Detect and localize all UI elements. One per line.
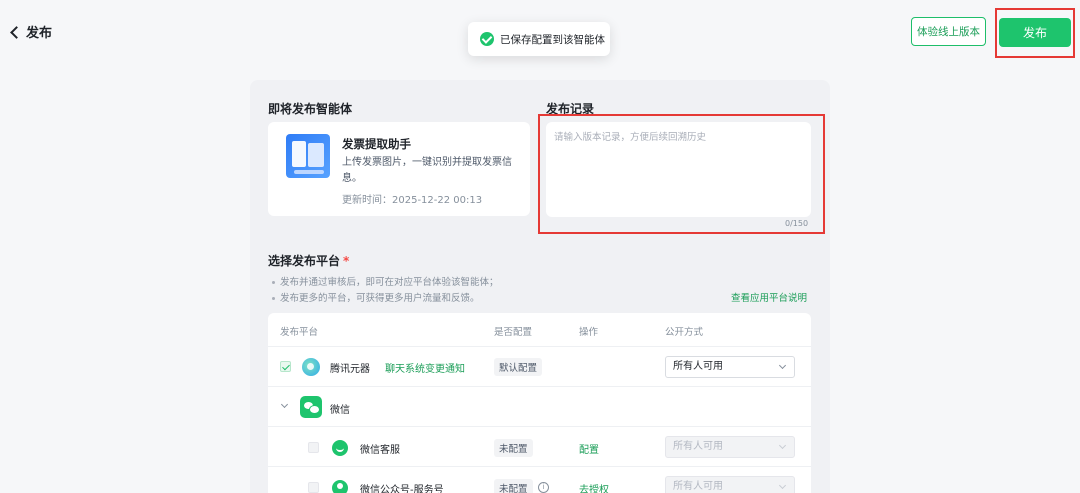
config-status-badge: 默认配置 [494, 358, 543, 376]
visibility-select-wechat-gzh[interactable]: 所有人可用 [665, 476, 795, 493]
col-configured: 是否配置 [494, 327, 533, 338]
required-mark: * [343, 254, 350, 268]
authorize-link[interactable]: 去授权 [579, 481, 609, 493]
wechat-kf-icon [332, 440, 348, 456]
check-circle-icon [480, 32, 494, 46]
note-item: 发布更多的平台，可获得更多用户流量和反馈。 [272, 291, 499, 307]
chevron-down-icon [778, 361, 787, 370]
note-item: 发布并通过审核后，即可在对应平台体验该智能体； [272, 275, 499, 291]
config-status-badge: 未配置 [494, 479, 533, 493]
visibility-select-yuanqi[interactable]: 所有人可用 [665, 356, 795, 378]
yuanqi-logo-icon [302, 358, 320, 376]
configure-link[interactable]: 配置 [579, 441, 599, 456]
chevron-down-icon[interactable] [280, 400, 289, 409]
agent-avatar [286, 134, 330, 178]
wechat-official-account-icon [332, 480, 348, 493]
toast-message: 已保存配置到该智能体 [500, 33, 605, 46]
platform-name: 微信公众号-服务号 [360, 485, 444, 493]
col-action: 操作 [579, 327, 599, 338]
platform-section-title-text: 选择发布平台 [268, 254, 341, 268]
agent-card: 发票提取助手 上传发票图片，一键识别并提取发票信息。 更新时间：2025-12-… [268, 122, 530, 216]
publish-record-input[interactable] [546, 122, 811, 217]
platform-table: 发布平台 是否配置 操作 公开方式 腾讯元器 聊天系统变更通知 默认配置 所有人… [268, 313, 811, 493]
success-toast: 已保存配置到该智能体 [468, 22, 610, 56]
agent-description: 上传发票图片，一键识别并提取发票信息。 [342, 157, 512, 184]
chevron-down-icon [778, 441, 787, 450]
trial-online-version-button[interactable]: 体验线上版本 [911, 17, 986, 46]
change-notice-link[interactable]: 聊天系统变更通知 [385, 360, 465, 375]
config-status-badge: 未配置 [494, 439, 533, 457]
publish-button[interactable]: 发布 [999, 18, 1071, 47]
platform-checkbox-yuanqi[interactable] [280, 361, 291, 372]
page-title: 发布 [26, 26, 53, 41]
platform-section-title: 选择发布平台 * [268, 252, 349, 269]
col-visibility: 公开方式 [665, 327, 704, 338]
chevron-left-icon [10, 25, 23, 39]
agent-updated-time: 更新时间：2025-12-22 00:13 [342, 195, 483, 206]
platform-docs-link[interactable]: 查看应用平台说明 [731, 290, 807, 304]
platform-notes: 发布并通过审核后，即可在对应平台体验该智能体； 发布更多的平台，可获得更多用户流… [272, 275, 499, 307]
platform-name: 腾讯元器 [330, 364, 370, 375]
table-row: 微信客服 未配置 配置 所有人可用 [268, 427, 811, 467]
platform-group-name: 微信 [330, 405, 350, 416]
table-header: 发布平台 是否配置 操作 公开方式 [268, 313, 811, 347]
record-char-counter: 0/150 [785, 219, 809, 228]
agent-name: 发票提取助手 [342, 137, 411, 151]
wechat-logo-icon [300, 396, 322, 418]
col-platform: 发布平台 [280, 327, 319, 338]
platform-checkbox-wechat-kf[interactable] [308, 442, 319, 453]
platform-checkbox-wechat-gzh[interactable] [308, 482, 319, 493]
info-icon[interactable]: i [538, 482, 549, 493]
agent-section-title: 即将发布智能体 [268, 102, 353, 116]
back-button[interactable]: 发布 [10, 22, 53, 41]
platform-name: 微信客服 [360, 445, 400, 456]
visibility-select-wechat-kf[interactable]: 所有人可用 [665, 436, 795, 458]
table-row: 微信公众号-服务号 未配置 i 去授权 所有人可用 [268, 467, 811, 493]
chevron-down-icon [778, 481, 787, 490]
table-row: 腾讯元器 聊天系统变更通知 默认配置 所有人可用 [268, 347, 811, 387]
table-row-group[interactable]: 微信 [268, 387, 811, 427]
